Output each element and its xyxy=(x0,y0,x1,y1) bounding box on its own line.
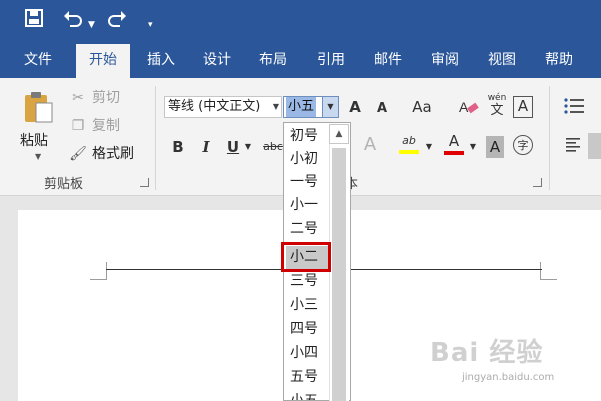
tab-file[interactable]: 文件 xyxy=(12,44,64,78)
shrink-font-button[interactable]: A xyxy=(374,98,390,120)
watermark-logo: Bai 经验 xyxy=(430,338,544,368)
font-size-dropdown-icon[interactable]: ▼ xyxy=(322,96,339,118)
size-option[interactable]: 三号 xyxy=(286,270,332,293)
scissors-icon: ✂ xyxy=(72,90,84,106)
size-option[interactable]: 小初 xyxy=(286,148,332,171)
title-bar: ▼ ▾ xyxy=(0,0,601,44)
tab-design[interactable]: 设计 xyxy=(192,44,242,78)
brush-icon: 🖌 xyxy=(69,146,87,162)
group-divider xyxy=(549,86,550,190)
watermark-url: jingyan.baidu.com xyxy=(462,372,555,383)
scroll-up-icon[interactable]: ▲ xyxy=(329,124,349,144)
svg-text:A: A xyxy=(459,99,469,115)
size-option[interactable]: 初号 xyxy=(286,125,332,148)
tab-view[interactable]: 视图 xyxy=(476,44,528,78)
character-border-button[interactable]: A xyxy=(513,96,533,118)
text-effects-button[interactable]: A xyxy=(360,134,380,156)
margin-mark xyxy=(540,279,557,280)
underline-button[interactable]: U xyxy=(224,136,242,158)
font-color-button[interactable]: A xyxy=(443,132,465,160)
margin-mark xyxy=(540,262,541,280)
character-shading-button[interactable]: A xyxy=(486,136,504,158)
selection-highlight-box xyxy=(281,242,331,272)
paste-dropdown-icon[interactable]: ▼ xyxy=(35,152,41,161)
highlight-button[interactable]: ab xyxy=(398,132,420,160)
cut-button[interactable]: ✂ 剪切 xyxy=(68,88,120,108)
undo-dropdown-icon[interactable]: ▼ xyxy=(88,12,95,38)
size-option[interactable]: 小五 xyxy=(286,390,332,400)
align-left-icon[interactable] xyxy=(564,136,582,158)
highlight-dropdown-icon[interactable]: ▼ xyxy=(424,136,434,158)
enclose-characters-button[interactable]: 字 xyxy=(513,135,533,155)
bold-button[interactable]: B xyxy=(170,136,186,158)
ribbon-tabs: 文件 开始 插入 设计 布局 引用 邮件 审阅 视图 帮助 xyxy=(0,44,601,78)
margin-mark xyxy=(90,279,107,280)
font-size-value: 小五 xyxy=(286,97,317,117)
strikethrough-button[interactable]: abc xyxy=(262,136,284,158)
tab-layout[interactable]: 布局 xyxy=(248,44,298,78)
save-icon[interactable] xyxy=(24,8,44,36)
font-name-dropdown-icon[interactable]: ▼ xyxy=(270,96,282,118)
group-divider xyxy=(155,86,156,190)
font-name-input[interactable]: 等线 (中文正文) xyxy=(164,96,282,118)
size-option[interactable]: 二号 xyxy=(286,218,332,241)
undo-icon[interactable] xyxy=(62,8,84,36)
size-option[interactable]: 一号 xyxy=(286,171,332,194)
redo-icon[interactable] xyxy=(106,8,128,36)
align-center-icon[interactable] xyxy=(588,133,601,159)
clipboard-group-label: 剪贴板 xyxy=(44,177,84,192)
bullets-icon[interactable] xyxy=(562,96,586,118)
font-color-bar xyxy=(444,151,464,155)
tab-home[interactable]: 开始 xyxy=(76,44,130,78)
scrollbar-thumb[interactable] xyxy=(332,148,346,401)
clear-formatting-icon[interactable]: A xyxy=(458,96,480,118)
font-color-dropdown-icon[interactable]: ▼ xyxy=(468,136,478,158)
italic-button[interactable]: I xyxy=(198,136,214,158)
size-option[interactable]: 小四 xyxy=(286,342,332,365)
tab-help[interactable]: 帮助 xyxy=(534,44,584,78)
underline-dropdown-icon[interactable]: ▼ xyxy=(243,136,253,158)
customize-qat-icon[interactable]: ▾ xyxy=(148,12,153,38)
tab-references[interactable]: 引用 xyxy=(306,44,356,78)
change-case-button[interactable]: Aa xyxy=(408,96,436,118)
paste-icon[interactable] xyxy=(22,90,54,124)
font-launcher-icon[interactable] xyxy=(533,178,542,187)
highlight-color-bar xyxy=(399,150,419,154)
tab-review[interactable]: 审阅 xyxy=(420,44,470,78)
phonetic-guide-button[interactable]: wén 文 xyxy=(486,93,508,123)
grow-font-button[interactable]: A xyxy=(346,96,364,118)
copy-icon: ❐ xyxy=(71,118,85,134)
size-option[interactable]: 五号 xyxy=(286,366,332,389)
size-option[interactable]: 小一 xyxy=(286,194,332,217)
tab-mailings[interactable]: 邮件 xyxy=(362,44,414,78)
size-option[interactable]: 小三 xyxy=(286,294,332,317)
paste-button[interactable]: 粘贴 xyxy=(20,130,48,150)
clipboard-launcher-icon[interactable] xyxy=(140,178,149,187)
tab-insert[interactable]: 插入 xyxy=(136,44,186,78)
margin-mark xyxy=(106,262,107,280)
size-option[interactable]: 四号 xyxy=(286,318,332,341)
format-painter-button[interactable]: 🖌 格式刷 xyxy=(68,144,134,164)
copy-button[interactable]: ❐ 复制 xyxy=(68,116,120,136)
